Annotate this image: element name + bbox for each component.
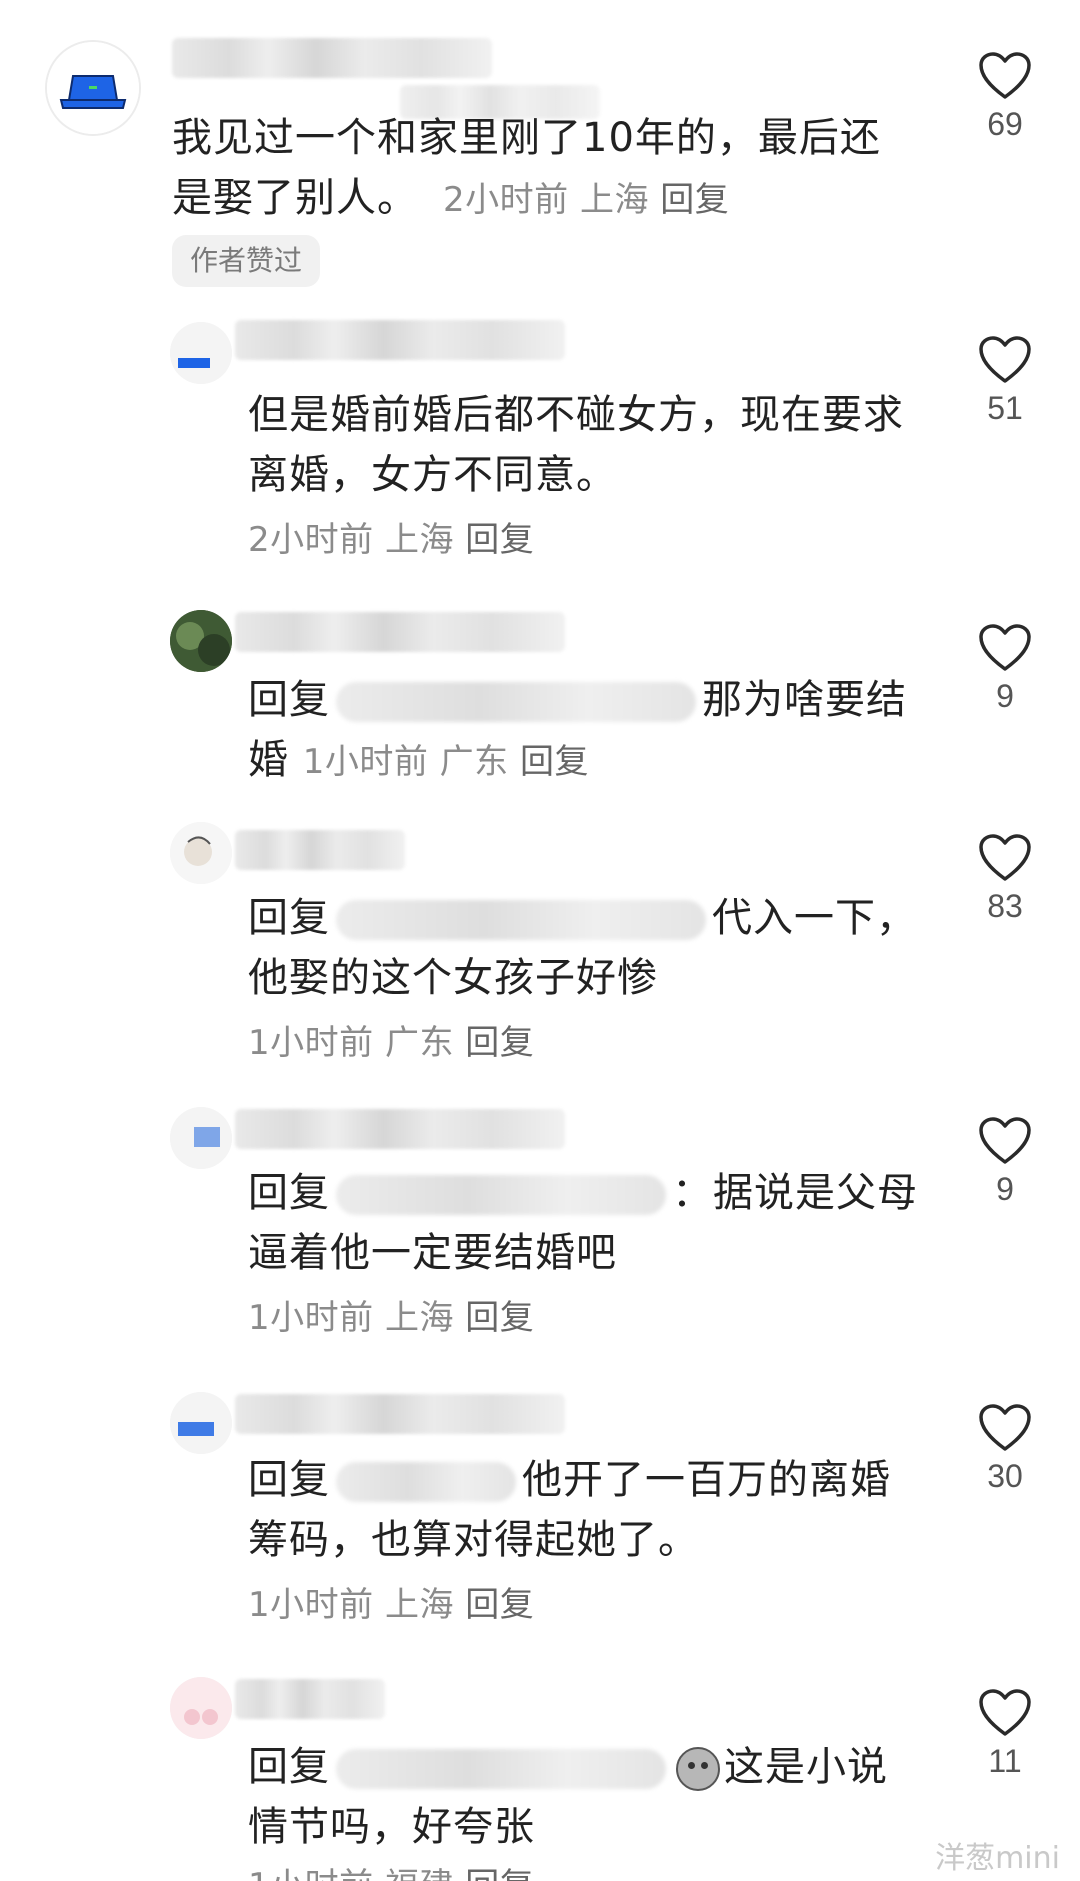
shocked-face-icon	[676, 1747, 720, 1791]
like-count: 9	[996, 1171, 1014, 1207]
heart-icon	[979, 834, 1031, 881]
comment-text: 回复 那为啥要结婚 1小时前 广东 回复	[248, 677, 907, 783]
username-blurred[interactable]	[235, 1679, 385, 1719]
bucket-hat-icon	[170, 322, 232, 384]
comment-text: 回复 这是小说情节吗，好夸张	[248, 1744, 888, 1850]
username-blurred[interactable]	[235, 830, 405, 870]
comment-5: 回复 ：据说是父母逼着他一定要结婚吧 1小时前 上海 回复 9	[0, 1095, 1080, 1355]
watermark: 洋葱mini	[935, 1841, 1060, 1876]
like-count: 11	[988, 1743, 1022, 1779]
comment-text: 回复 ：据说是父母逼着他一定要结婚吧	[248, 1170, 918, 1276]
reply-button[interactable]: 回复	[465, 1585, 534, 1625]
avatar[interactable]	[170, 610, 232, 672]
like-count: 9	[996, 678, 1014, 714]
comment-text: 但是婚前婚后都不碰女方，现在要求离婚，女方不同意。	[248, 392, 904, 498]
like-count: 51	[987, 390, 1023, 426]
heart-icon	[979, 52, 1031, 99]
heart-icon	[979, 1404, 1031, 1451]
mention-blurred[interactable]	[336, 1749, 666, 1789]
avatar[interactable]	[45, 40, 141, 136]
comment-meta: 1小时前 福建 回复	[248, 1861, 534, 1881]
comment-text: 我见过一个和家里刚了10年的，最后还是娶了别人。 2小时前 上海 回复	[172, 115, 881, 221]
username-blurred[interactable]	[235, 320, 565, 360]
avatar-image	[170, 610, 232, 672]
like-button[interactable]: 30	[955, 1404, 1055, 1495]
like-button[interactable]: 83	[955, 834, 1055, 925]
username-blurred[interactable]	[172, 38, 492, 78]
username-blurred[interactable]	[235, 612, 565, 652]
reply-button[interactable]: 回复	[520, 742, 589, 782]
avatar[interactable]	[170, 822, 232, 884]
comment-text: 回复 他开了一百万的离婚筹码，也算对得起她了。	[248, 1457, 891, 1563]
avatar[interactable]	[170, 1107, 232, 1169]
comment-meta: 2小时前 上海 回复	[443, 180, 730, 220]
heart-icon	[979, 624, 1031, 671]
comment-meta: 1小时前 上海 回复	[248, 1298, 535, 1338]
avatar[interactable]	[170, 322, 232, 384]
like-button[interactable]: 69	[955, 52, 1055, 143]
comment-2: 但是婚前婚后都不碰女方，现在要求离婚，女方不同意。 2小时前 上海 回复 51	[0, 300, 1080, 570]
mention-blurred[interactable]	[336, 900, 706, 940]
bucket-hat-icon	[47, 42, 139, 134]
reply-button[interactable]: 回复	[465, 1023, 534, 1063]
comment-7: 回复这是小说情节吗，好夸张 1小时前 福建 回复 11	[0, 1665, 1080, 1881]
comment-text: 回复 代入一下，他娶的这个女孩子好惨	[248, 895, 917, 1001]
comment-meta: 1小时前 广东 回复	[248, 1023, 535, 1063]
comment-meta: 2小时前 上海 回复	[248, 520, 535, 560]
comment-1: 我见过一个和家里刚了10年的，最后还是娶了别人。 2小时前 上海 回复 作者赞过…	[0, 0, 1080, 287]
reply-button[interactable]: 回复	[465, 1866, 534, 1881]
avatar-image	[170, 1677, 232, 1739]
like-button[interactable]: 9	[955, 1117, 1055, 1208]
like-count: 83	[987, 888, 1023, 924]
username-blurred[interactable]	[235, 1394, 565, 1434]
mention-blurred[interactable]	[336, 682, 696, 722]
username-blurred[interactable]	[235, 1109, 565, 1149]
heart-icon	[979, 336, 1031, 383]
reply-button[interactable]: 回复	[660, 180, 729, 220]
reply-button[interactable]: 回复	[465, 520, 534, 560]
heart-icon	[979, 1117, 1031, 1164]
bucket-hat-icon	[170, 1107, 232, 1169]
comment-4: 回复 代入一下，他娶的这个女孩子好惨 1小时前 广东 回复 83	[0, 810, 1080, 1080]
heart-icon	[979, 1689, 1031, 1736]
bucket-hat-icon	[170, 1392, 232, 1454]
mention-blurred[interactable]	[336, 1462, 516, 1502]
comment-6: 回复 他开了一百万的离婚筹码，也算对得起她了。 1小时前 上海 回复 30	[0, 1380, 1080, 1640]
like-count: 69	[987, 106, 1023, 142]
like-button[interactable]: 11	[955, 1689, 1055, 1780]
mention-blurred[interactable]	[336, 1175, 666, 1215]
comment-meta: 1小时前 上海 回复	[248, 1585, 535, 1625]
avatar[interactable]	[170, 1677, 232, 1739]
reply-button[interactable]: 回复	[465, 1298, 534, 1338]
like-button[interactable]: 51	[955, 336, 1055, 427]
avatar[interactable]	[170, 1392, 232, 1454]
avatar-image	[170, 822, 232, 884]
comment-meta: 1小时前 广东 回复	[302, 742, 589, 782]
comment-3: 回复 那为啥要结婚 1小时前 广东 回复 9	[0, 600, 1080, 800]
like-button[interactable]: 9	[955, 624, 1055, 715]
author-liked-badge: 作者赞过	[172, 235, 321, 287]
like-count: 30	[987, 1458, 1023, 1494]
